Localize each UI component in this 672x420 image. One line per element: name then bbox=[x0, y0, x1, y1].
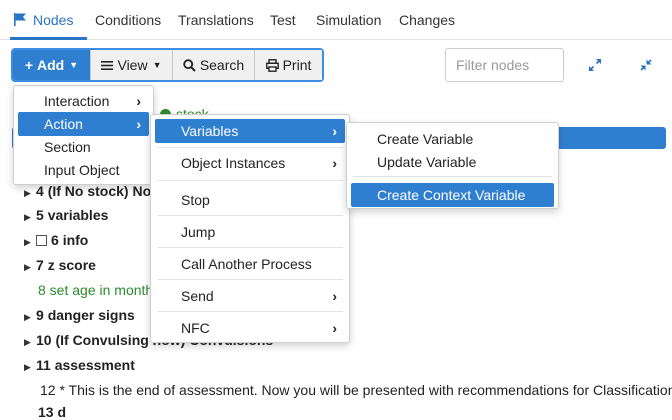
node-label: z score bbox=[47, 257, 96, 273]
menu-item-nfc[interactable]: NFC › bbox=[155, 316, 345, 340]
menu-item-interaction[interactable]: Interaction › bbox=[18, 89, 149, 113]
tab-simulation[interactable]: Simulation bbox=[316, 12, 381, 28]
tree-node-6[interactable]: ▶ 6 info bbox=[24, 232, 88, 248]
menu-item-variables[interactable]: Variables › bbox=[155, 119, 345, 143]
active-tab-indicator bbox=[10, 37, 87, 40]
node-toolbar: + Add ▼ View ▼ Search Print bbox=[11, 48, 324, 82]
node-number: 10 bbox=[36, 332, 52, 348]
tree-node-7[interactable]: ▶ 7 z score bbox=[24, 257, 96, 273]
menu-item-label: Send bbox=[181, 288, 214, 304]
menu-item-jump[interactable]: Jump bbox=[155, 220, 345, 244]
chevron-right-icon: › bbox=[136, 116, 141, 132]
node-number: 7 bbox=[36, 257, 44, 273]
menu-item-stop[interactable]: Stop bbox=[155, 188, 345, 212]
node-number: 11 bbox=[36, 357, 51, 373]
search-button-label: Search bbox=[199, 57, 245, 73]
menu-item-send[interactable]: Send › bbox=[155, 284, 345, 308]
node-number: 5 bbox=[36, 207, 44, 223]
caret-right-icon: ▶ bbox=[24, 312, 31, 322]
menu-divider bbox=[157, 247, 343, 248]
node-number: 6 bbox=[51, 232, 59, 248]
node-number: 4 bbox=[36, 183, 44, 199]
menu-item-section[interactable]: Section bbox=[18, 135, 149, 159]
tab-conditions[interactable]: Conditions bbox=[95, 12, 161, 28]
chevron-right-icon: › bbox=[332, 155, 337, 171]
node-number: 9 bbox=[36, 307, 44, 323]
search-icon bbox=[183, 58, 196, 72]
chevron-right-icon: › bbox=[136, 93, 141, 109]
tab-label: Nodes bbox=[33, 12, 74, 28]
variables-submenu: Create Variable Update Variable Create C… bbox=[346, 122, 559, 209]
menu-item-object-instances[interactable]: Object Instances › bbox=[155, 151, 345, 175]
tree-node-12[interactable]: 12 * This is the end of assessment. Now … bbox=[40, 382, 672, 398]
menu-item-label: Action bbox=[44, 116, 83, 132]
menu-item-create-variable[interactable]: Create Variable bbox=[351, 127, 554, 151]
caret-right-icon: ▶ bbox=[24, 362, 31, 372]
menu-item-action[interactable]: Action › bbox=[18, 112, 149, 136]
search-button[interactable]: Search bbox=[172, 50, 254, 80]
tree-node-5[interactable]: ▶ 5 variables bbox=[24, 207, 108, 223]
menu-item-update-variable[interactable]: Update Variable bbox=[351, 150, 554, 174]
print-button-label: Print bbox=[282, 57, 312, 73]
tree-node-11[interactable]: ▶ 11 assessment bbox=[24, 357, 135, 373]
tree-node-9[interactable]: ▶ 9 danger signs bbox=[24, 307, 135, 323]
chevron-right-icon: › bbox=[332, 288, 337, 304]
print-button[interactable]: Print bbox=[254, 50, 322, 80]
tab-changes[interactable]: Changes bbox=[399, 12, 455, 28]
tab-test[interactable]: Test bbox=[270, 12, 296, 28]
add-dropdown-menu: Interaction › Action › Section Input Obj… bbox=[13, 85, 154, 185]
menu-divider bbox=[157, 180, 343, 181]
menu-item-label: Object Instances bbox=[181, 155, 286, 171]
checkbox-icon bbox=[36, 235, 47, 246]
menu-item-label: Variables bbox=[181, 123, 239, 139]
menu-item-label: Interaction bbox=[44, 93, 110, 109]
chevron-right-icon: › bbox=[332, 320, 337, 336]
caret-right-icon: ▶ bbox=[24, 212, 31, 222]
tab-bar: Nodes Conditions Translations Test Simul… bbox=[0, 0, 672, 40]
tab-nodes[interactable]: Nodes bbox=[14, 12, 73, 28]
caret-right-icon: ▶ bbox=[24, 237, 31, 247]
flag-icon bbox=[14, 13, 26, 26]
add-button-label: Add bbox=[37, 57, 65, 73]
node-label: assessment bbox=[54, 357, 135, 373]
menu-divider bbox=[157, 147, 343, 148]
menu-divider bbox=[157, 311, 343, 312]
menu-item-call-another-process[interactable]: Call Another Process bbox=[155, 252, 345, 276]
node-label: info bbox=[62, 232, 89, 248]
node-label: variables bbox=[47, 207, 109, 223]
node-label: danger signs bbox=[47, 307, 135, 323]
chevron-down-icon: ▼ bbox=[69, 60, 79, 70]
menu-item-label: NFC bbox=[181, 320, 210, 336]
tree-node-4[interactable]: ▶ 4 (If No stock) No bbox=[24, 183, 151, 199]
tree-node-13[interactable]: 13 d bbox=[38, 404, 66, 420]
chevron-down-icon: ▼ bbox=[152, 60, 162, 70]
menu-divider bbox=[157, 279, 343, 280]
caret-right-icon: ▶ bbox=[24, 188, 31, 198]
chevron-right-icon: › bbox=[332, 123, 337, 139]
collapse-icon[interactable] bbox=[637, 56, 655, 74]
menu-item-create-context-variable[interactable]: Create Context Variable bbox=[351, 183, 554, 207]
menu-item-input-object[interactable]: Input Object bbox=[18, 158, 149, 182]
expand-icon[interactable] bbox=[586, 56, 604, 74]
add-button[interactable]: + Add ▼ bbox=[13, 50, 90, 80]
plus-icon: + bbox=[24, 57, 34, 73]
tab-translations[interactable]: Translations bbox=[178, 12, 254, 28]
caret-right-icon: ▶ bbox=[24, 337, 31, 347]
node-label: (If No stock) No bbox=[47, 183, 152, 199]
view-button-label: View bbox=[117, 57, 148, 73]
action-submenu: Variables › Object Instances › Stop Jump… bbox=[150, 114, 350, 343]
menu-divider bbox=[157, 215, 343, 216]
list-icon bbox=[101, 60, 114, 70]
filter-nodes-input[interactable] bbox=[445, 48, 564, 82]
printer-icon bbox=[265, 58, 279, 72]
menu-divider bbox=[353, 176, 552, 177]
caret-right-icon: ▶ bbox=[24, 262, 31, 272]
tree-node-8[interactable]: 8 set age in month bbox=[38, 282, 153, 298]
view-button[interactable]: View ▼ bbox=[90, 50, 172, 80]
